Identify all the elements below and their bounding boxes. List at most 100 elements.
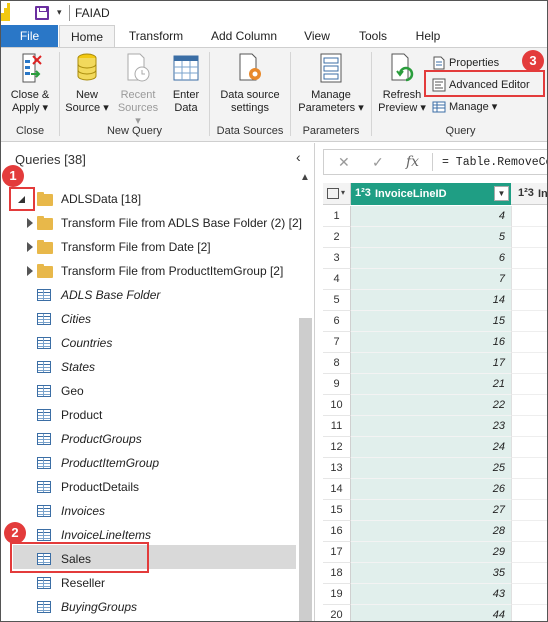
query-item[interactable]: Countries	[1, 331, 297, 355]
table-row[interactable]: 15 27	[323, 500, 547, 521]
query-group-adlsdata[interactable]: ADLSData [18]	[1, 187, 297, 211]
queries-scrollbar[interactable]: ▲	[297, 170, 314, 621]
table-cell[interactable]: 15	[351, 311, 511, 332]
query-item[interactable]: ADLS Base Folder	[1, 283, 297, 307]
cancel-formula-icon[interactable]: ✕	[338, 154, 350, 171]
table-cell[interactable]: 43	[351, 584, 511, 605]
formula-input[interactable]: = Table.RemoveCo	[442, 156, 547, 169]
table-row[interactable]: 6 15	[323, 311, 547, 332]
table-cell[interactable]	[511, 521, 547, 542]
expand-icon[interactable]	[27, 242, 33, 252]
table-cell[interactable]: 44	[351, 605, 511, 621]
save-icon[interactable]	[35, 6, 49, 20]
fx-icon[interactable]: fx	[406, 154, 419, 170]
commit-formula-icon[interactable]: ✓	[372, 154, 384, 171]
new-source-button[interactable]: New Source ▾	[64, 52, 110, 115]
whole-number-type-icon[interactable]: 1²3	[518, 187, 534, 199]
table-cell[interactable]	[511, 437, 547, 458]
table-cell[interactable]	[511, 416, 547, 437]
column-header-invoicelineid[interactable]: 1²3 InvoiceLineID ▼	[351, 183, 511, 205]
tab-file[interactable]: File	[1, 25, 58, 47]
table-row[interactable]: 16 28	[323, 521, 547, 542]
quick-access-dropdown-icon[interactable]: ▾	[57, 7, 62, 18]
table-row[interactable]: 10 22	[323, 395, 547, 416]
table-menu-button[interactable]: ▾	[323, 183, 351, 205]
query-item[interactable]: Geo	[1, 379, 297, 403]
close-apply-button[interactable]: Close & Apply ▾	[7, 52, 53, 115]
table-cell[interactable]	[511, 500, 547, 521]
table-cell[interactable]: 26	[351, 479, 511, 500]
table-row[interactable]: 47	[323, 269, 547, 290]
tab-tools[interactable]: Tools	[351, 25, 395, 47]
table-cell[interactable]	[511, 248, 547, 269]
query-folder-item[interactable]: Transform File from ProductItemGroup [2]	[1, 259, 297, 283]
whole-number-type-icon[interactable]: 1²3	[355, 187, 371, 199]
column-filter-dropdown-icon[interactable]: ▼	[494, 186, 509, 201]
query-item[interactable]: ProductDetails	[1, 475, 297, 499]
table-cell[interactable]: 23	[351, 416, 511, 437]
manage-parameters-button[interactable]: Manage Parameters ▾	[295, 52, 367, 115]
table-cell[interactable]: 14	[351, 290, 511, 311]
table-cell[interactable]: 6	[351, 248, 511, 269]
column-header-second[interactable]: 1²3 In	[512, 183, 547, 205]
table-row[interactable]: 14	[323, 206, 547, 227]
manage-query-button[interactable]: Manage ▾	[430, 98, 497, 116]
refresh-preview-button[interactable]: Refresh Preview ▾	[376, 52, 428, 115]
table-row[interactable]: 7 16	[323, 332, 547, 353]
table-cell[interactable]	[511, 353, 547, 374]
table-cell[interactable]	[511, 605, 547, 621]
table-row[interactable]: 25	[323, 227, 547, 248]
query-item[interactable]: Cities	[1, 307, 297, 331]
table-cell[interactable]	[511, 206, 547, 227]
table-row[interactable]: 36	[323, 248, 547, 269]
query-item[interactable]: ProductItemGroup	[1, 451, 297, 475]
table-row[interactable]: 8 17	[323, 353, 547, 374]
table-cell[interactable]: 25	[351, 458, 511, 479]
table-cell[interactable]	[511, 332, 547, 353]
table-cell[interactable]: 17	[351, 353, 511, 374]
tab-home[interactable]: Home	[59, 25, 115, 48]
table-cell[interactable]: 27	[351, 500, 511, 521]
recent-sources-button[interactable]: Recent Sources ▾	[114, 52, 162, 128]
table-cell[interactable]	[511, 395, 547, 416]
expand-icon[interactable]	[27, 218, 33, 228]
table-cell[interactable]	[511, 269, 547, 290]
table-cell[interactable]	[511, 479, 547, 500]
table-cell[interactable]: 22	[351, 395, 511, 416]
table-row[interactable]: 18 35	[323, 563, 547, 584]
query-folder-item[interactable]: Transform File from ADLS Base Folder (2)…	[1, 211, 302, 235]
scrollbar-thumb[interactable]	[299, 318, 312, 621]
enter-data-button[interactable]: Enter Data	[166, 52, 206, 115]
table-row[interactable]: 11 23	[323, 416, 547, 437]
query-item[interactable]: Reseller	[1, 571, 297, 595]
table-cell[interactable]: 5	[351, 227, 511, 248]
table-cell[interactable]: 4	[351, 206, 511, 227]
expand-icon[interactable]	[27, 266, 33, 276]
table-cell[interactable]: 24	[351, 437, 511, 458]
table-row[interactable]: 14 26	[323, 479, 547, 500]
table-cell[interactable]	[511, 311, 547, 332]
table-row[interactable]: 13 25	[323, 458, 547, 479]
tab-help[interactable]: Help	[409, 25, 447, 47]
table-cell[interactable]	[511, 458, 547, 479]
data-source-settings-button[interactable]: Data source settings	[214, 52, 286, 115]
table-cell[interactable]	[511, 542, 547, 563]
table-cell[interactable]: 28	[351, 521, 511, 542]
table-cell[interactable]	[511, 227, 547, 248]
table-cell[interactable]	[511, 290, 547, 311]
table-cell[interactable]	[511, 584, 547, 605]
query-folder-item[interactable]: Transform File from Date [2]	[1, 235, 297, 259]
table-cell[interactable]: 29	[351, 542, 511, 563]
query-item[interactable]: BuyingGroups	[1, 595, 297, 619]
table-cell[interactable]: 21	[351, 374, 511, 395]
table-cell[interactable]: 7	[351, 269, 511, 290]
tab-view[interactable]: View	[297, 25, 337, 47]
table-cell[interactable]: 16	[351, 332, 511, 353]
query-item[interactable]: Invoices	[1, 499, 297, 523]
tab-add-column[interactable]: Add Column	[203, 25, 285, 47]
table-row[interactable]: 12 24	[323, 437, 547, 458]
scroll-up-icon[interactable]: ▲	[300, 172, 310, 183]
collapse-pane-icon[interactable]: ‹	[296, 149, 301, 165]
query-item[interactable]: States	[1, 355, 297, 379]
tab-transform[interactable]: Transform	[119, 25, 193, 47]
